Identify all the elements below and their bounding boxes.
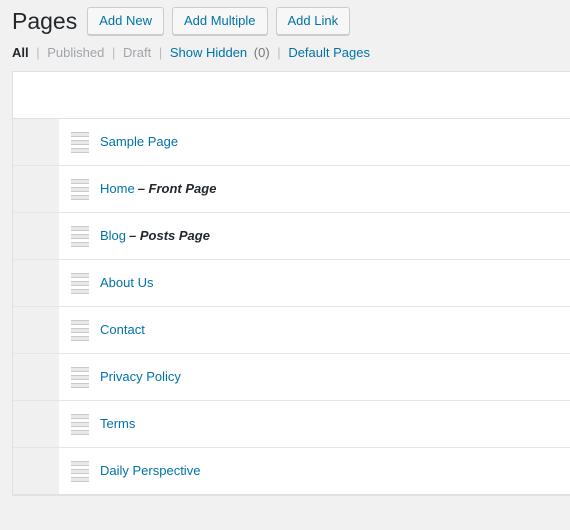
page-note: [200, 463, 203, 478]
drag-handle-icon[interactable]: [71, 319, 89, 341]
page-note: – Front Page: [137, 181, 217, 196]
row-body: Contact: [59, 307, 570, 353]
drag-handle-bar: [71, 460, 89, 466]
row-gutter: [13, 401, 59, 447]
page-note: [145, 322, 148, 337]
row-gutter: [13, 307, 59, 353]
page-link[interactable]: Daily Perspective: [100, 463, 200, 478]
page-title: Pages: [12, 7, 78, 34]
drag-handle-bar: [71, 413, 89, 419]
page-link[interactable]: Terms: [100, 416, 135, 431]
add-multiple-button[interactable]: Add Multiple: [171, 7, 268, 35]
row-gutter: [13, 260, 59, 306]
page-link[interactable]: Blog: [100, 228, 126, 243]
row-label: About Us: [100, 274, 156, 292]
table-row[interactable]: Daily Perspective: [13, 448, 570, 495]
table-row[interactable]: Sample Page: [13, 119, 570, 166]
drag-handle-bar: [71, 272, 89, 278]
pages-table-body: Sample Page Home – Front Page Blog – Pos…: [13, 119, 570, 495]
row-label: Privacy Policy: [100, 368, 184, 386]
pages-table-header: [13, 72, 570, 119]
filter-separator: |: [158, 45, 163, 60]
drag-handle-bar: [71, 131, 89, 137]
add-new-button[interactable]: Add New: [87, 7, 164, 35]
drag-handle-bar: [71, 186, 89, 192]
filter-default-pages[interactable]: Default Pages: [288, 45, 370, 60]
drag-handle-icon[interactable]: [71, 413, 89, 435]
page-note: [181, 369, 184, 384]
drag-handle-bar: [71, 288, 89, 294]
drag-handle-bar: [71, 139, 89, 145]
hidden-count: (0): [253, 45, 270, 60]
add-link-button[interactable]: Add Link: [275, 7, 351, 35]
drag-handle-bar: [71, 241, 89, 247]
page-link[interactable]: Privacy Policy: [100, 369, 181, 384]
page-link[interactable]: Home: [100, 181, 135, 196]
drag-handle-bar: [71, 319, 89, 325]
page-header: Pages Add New Add Multiple Add Link: [0, 0, 570, 35]
table-row[interactable]: Home – Front Page: [13, 166, 570, 213]
row-gutter: [13, 448, 59, 494]
row-label: Blog – Posts Page: [100, 227, 210, 245]
row-body: About Us: [59, 260, 570, 306]
drag-handle-icon[interactable]: [71, 366, 89, 388]
table-row[interactable]: Terms: [13, 401, 570, 448]
filter-all[interactable]: All: [12, 45, 29, 60]
row-body: Terms: [59, 401, 570, 447]
table-row[interactable]: Privacy Policy: [13, 354, 570, 401]
row-gutter: [13, 166, 59, 212]
drag-handle-bar: [71, 421, 89, 427]
filter-separator: |: [277, 45, 281, 60]
drag-handle-bar: [71, 327, 89, 333]
drag-handle-icon[interactable]: [71, 178, 89, 200]
filter-separator: |: [112, 45, 116, 60]
page-note: [178, 134, 181, 149]
drag-handle-bar: [71, 280, 89, 286]
drag-handle-bar: [71, 429, 89, 435]
table-row[interactable]: Contact: [13, 307, 570, 354]
drag-handle-bar: [71, 366, 89, 372]
filter-draft[interactable]: Draft: [123, 45, 151, 60]
page-note: [153, 275, 156, 290]
drag-handle-icon[interactable]: [71, 272, 89, 294]
filter-separator: |: [36, 45, 40, 60]
drag-handle-bar: [71, 194, 89, 200]
drag-handle-bar: [71, 233, 89, 239]
drag-handle-bar: [71, 468, 89, 474]
page-link[interactable]: About Us: [100, 275, 153, 290]
row-gutter: [13, 354, 59, 400]
row-body: Privacy Policy: [59, 354, 570, 400]
table-row[interactable]: Blog – Posts Page: [13, 213, 570, 260]
drag-handle-bar: [71, 225, 89, 231]
page-link[interactable]: Sample Page: [100, 134, 178, 149]
drag-handle-bar: [71, 374, 89, 380]
page-note: [135, 416, 138, 431]
drag-handle-bar: [71, 147, 89, 153]
drag-handle-icon[interactable]: [71, 225, 89, 247]
row-body: Blog – Posts Page: [59, 213, 570, 259]
status-filter-bar: All | Published | Draft | Show Hidden (0…: [0, 33, 570, 71]
page-link[interactable]: Contact: [100, 322, 145, 337]
row-label: Daily Perspective: [100, 462, 203, 480]
drag-handle-bar: [71, 335, 89, 341]
page-note: – Posts Page: [129, 228, 210, 243]
row-gutter: [13, 119, 59, 165]
row-gutter: [13, 213, 59, 259]
drag-handle-bar: [71, 476, 89, 482]
row-label: Home – Front Page: [100, 180, 216, 198]
drag-handle-icon[interactable]: [71, 460, 89, 482]
drag-handle-icon[interactable]: [71, 131, 89, 153]
row-label: Sample Page: [100, 133, 181, 151]
pages-table: Sample Page Home – Front Page Blog – Pos…: [12, 71, 570, 496]
row-label: Terms: [100, 415, 138, 433]
table-row[interactable]: About Us: [13, 260, 570, 307]
drag-handle-bar: [71, 382, 89, 388]
row-label: Contact: [100, 321, 148, 339]
row-body: Daily Perspective: [59, 448, 570, 494]
filter-show-hidden[interactable]: Show Hidden: [170, 45, 247, 60]
filter-published[interactable]: Published: [47, 45, 104, 60]
row-body: Sample Page: [59, 119, 570, 165]
row-body: Home – Front Page: [59, 166, 570, 212]
drag-handle-bar: [71, 178, 89, 184]
